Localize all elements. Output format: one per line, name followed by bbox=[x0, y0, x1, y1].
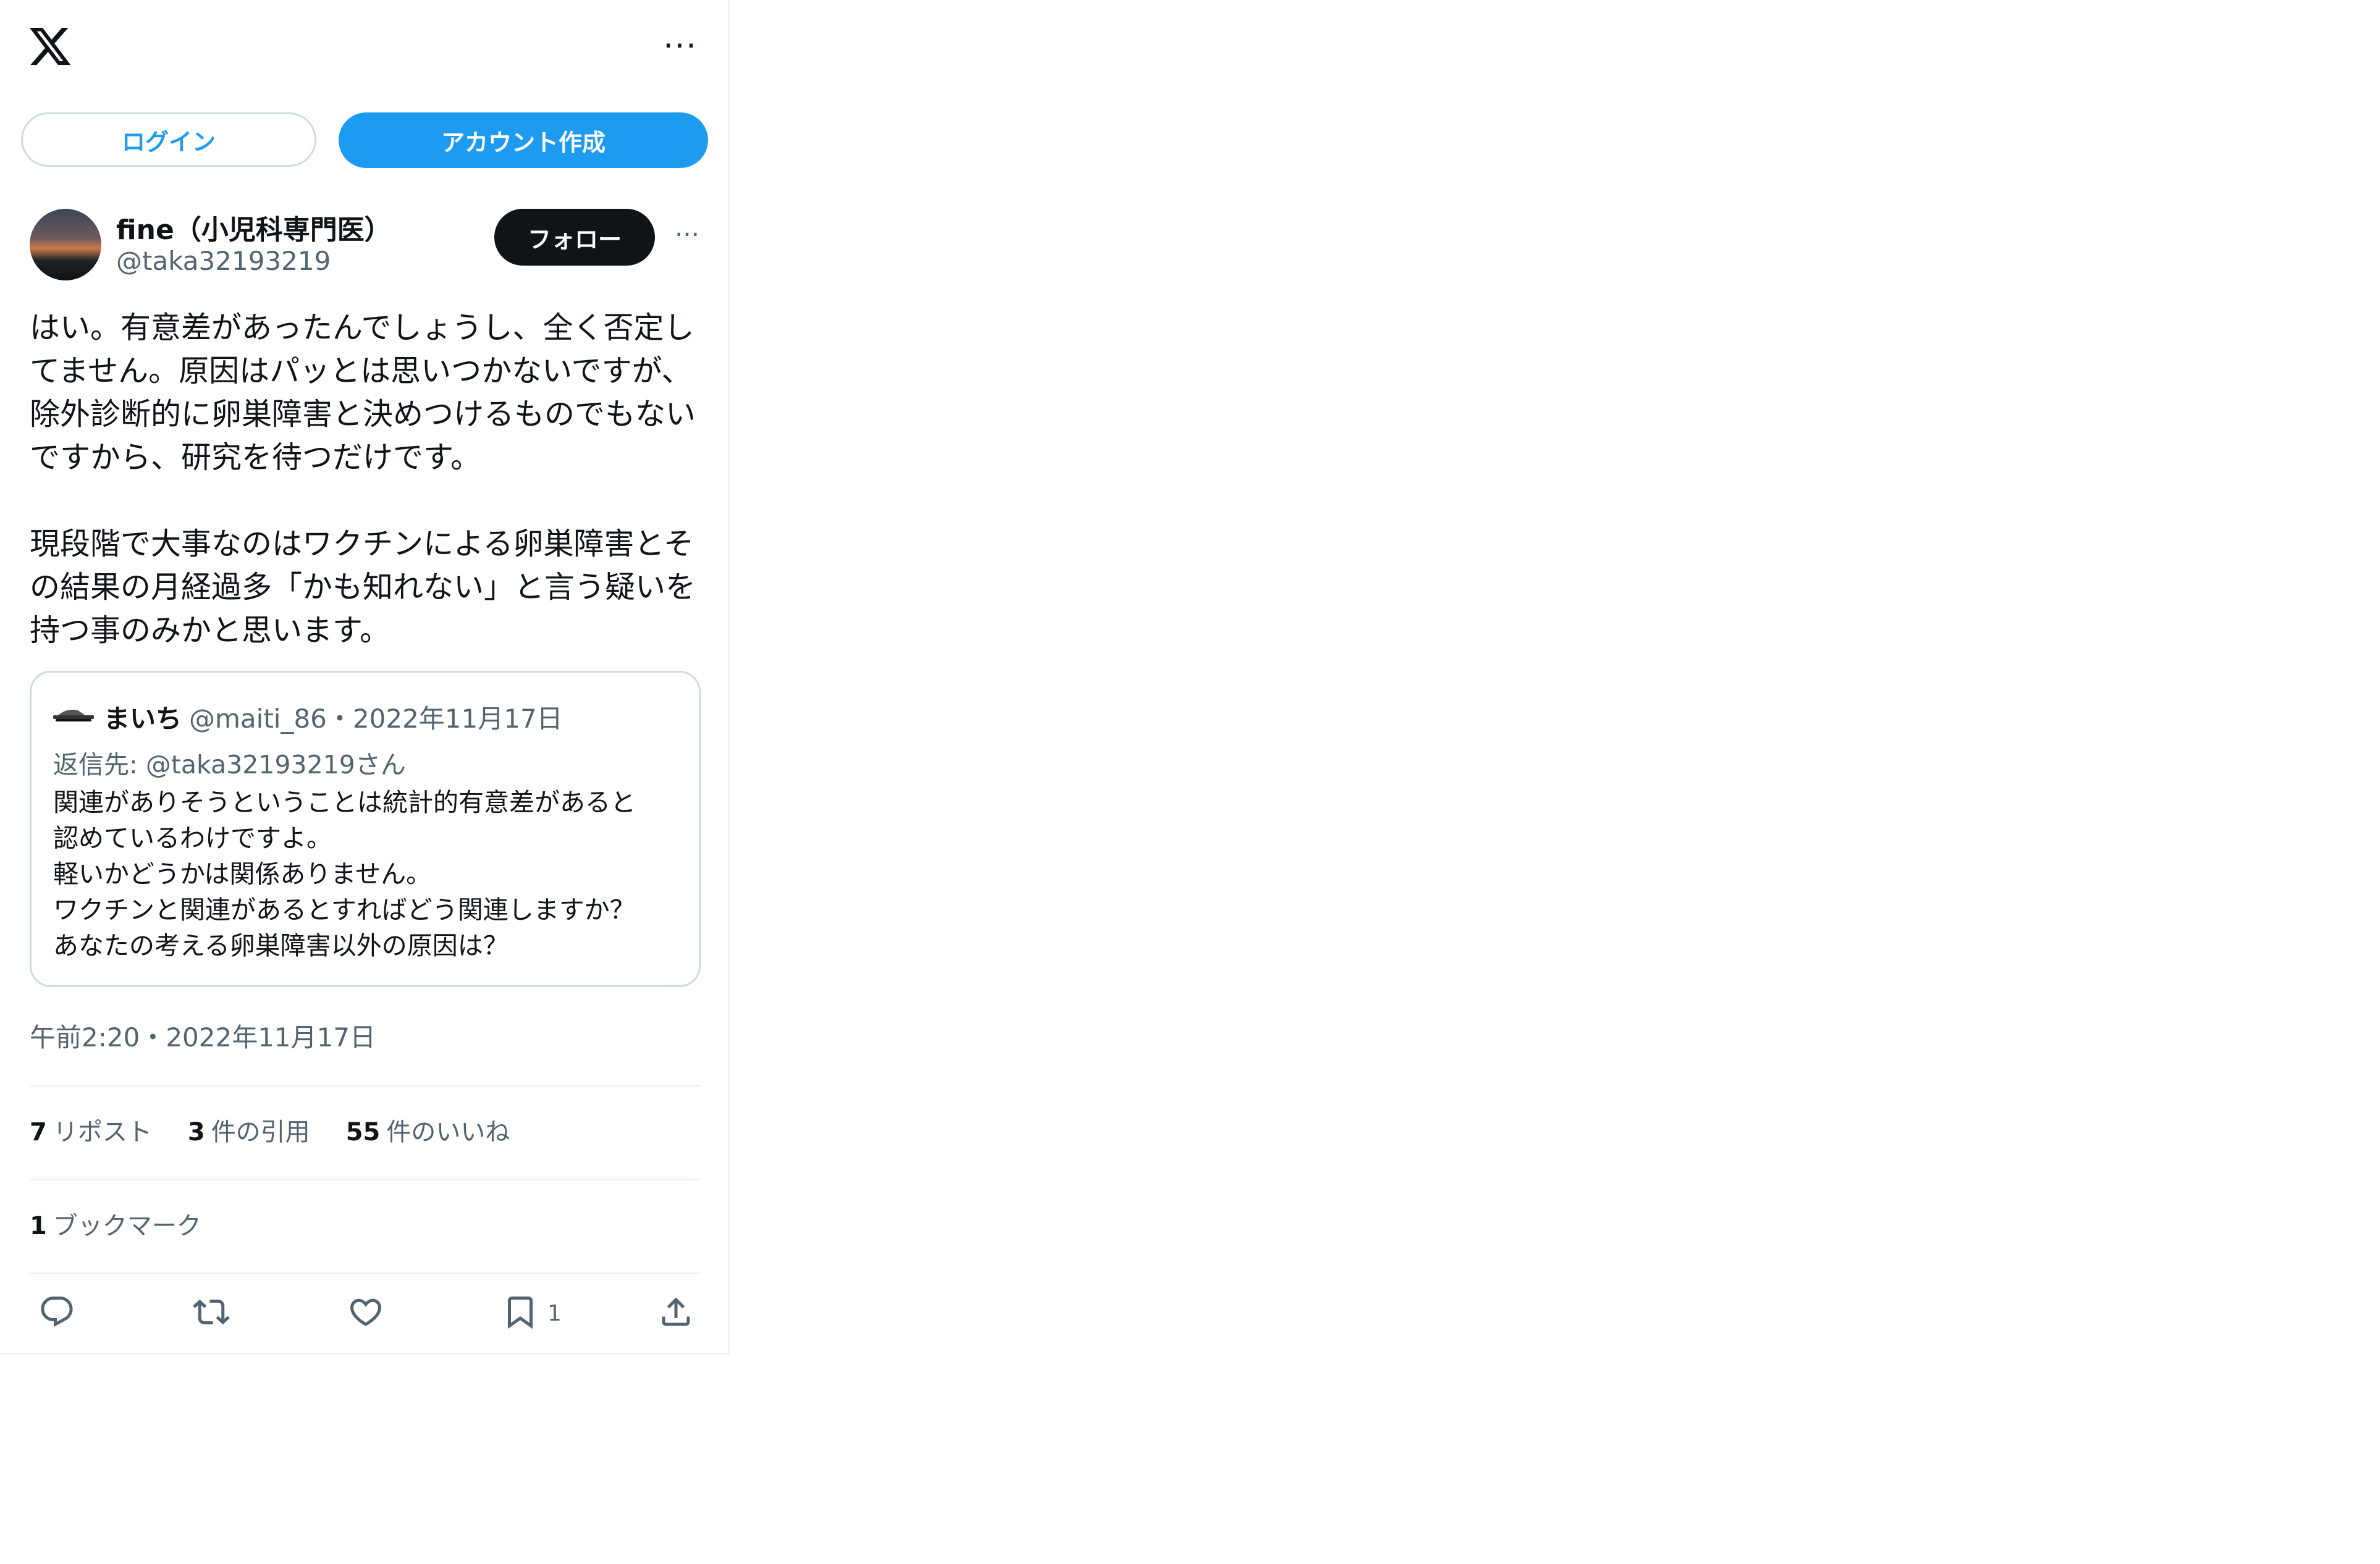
quotes-stat[interactable]: 3 件の引用 bbox=[188, 1112, 310, 1148]
author-name[interactable]: fine（小児科専門医） bbox=[116, 208, 392, 247]
quotes-label: 件の引用 bbox=[211, 1118, 310, 1146]
quoted-avatar bbox=[53, 707, 94, 725]
divider bbox=[30, 1179, 701, 1180]
share-icon[interactable] bbox=[657, 1293, 694, 1331]
heart-icon[interactable] bbox=[347, 1293, 384, 1331]
bookmarks-stat: 1 ブックマーク bbox=[30, 1206, 201, 1242]
bookmark-count: 1 bbox=[547, 1301, 562, 1326]
create-account-button[interactable]: アカウント作成 bbox=[339, 112, 708, 168]
bookmark-icon[interactable] bbox=[502, 1293, 539, 1331]
divider bbox=[30, 1085, 701, 1087]
author-handle[interactable]: @taka32193219 bbox=[116, 246, 331, 276]
login-button[interactable]: ログイン bbox=[21, 112, 316, 167]
tweet-more-icon[interactable]: ··· bbox=[670, 222, 704, 248]
quoted-reply-to: 返信先: @taka32193219さん bbox=[53, 750, 406, 780]
bookmarks-count: 1 bbox=[30, 1212, 47, 1240]
reply-icon[interactable] bbox=[38, 1293, 75, 1331]
bookmarks-label: ブックマーク bbox=[53, 1212, 201, 1240]
quoted-author-name: まいち bbox=[104, 704, 182, 734]
repost-icon[interactable] bbox=[193, 1293, 230, 1331]
engagement-stats: 7 リポスト 3 件の引用 55 件のいいね bbox=[30, 1112, 510, 1148]
tweet-text: はい。有意差があったんでしょうし、全く否定し てません。原因はパッとは思いつかな… bbox=[30, 310, 696, 648]
likes-count: 55 bbox=[345, 1118, 381, 1146]
quotes-count: 3 bbox=[187, 1118, 205, 1146]
tweet-timestamp[interactable]: 午前2:20・2022年11月17日 bbox=[30, 1017, 376, 1054]
reposts-count: 7 bbox=[30, 1118, 47, 1146]
divider bbox=[30, 1272, 701, 1274]
likes-label: 件のいいね bbox=[386, 1118, 510, 1146]
follow-button[interactable]: フォロー bbox=[494, 209, 655, 266]
quoted-handle-date: @maiti_86・2022年11月17日 bbox=[189, 704, 563, 734]
likes-stat[interactable]: 55 件のいいね bbox=[346, 1112, 510, 1148]
x-logo-icon[interactable] bbox=[27, 23, 73, 69]
reposts-label: リポスト bbox=[53, 1118, 152, 1146]
reposts-stat[interactable]: 7 リポスト bbox=[30, 1112, 152, 1148]
quoted-text: 関連がありそうということは統計的有意差があると 認めているわけですよ。 軽いかど… bbox=[53, 788, 636, 961]
avatar[interactable] bbox=[30, 209, 101, 280]
more-options-icon[interactable]: ··· bbox=[657, 30, 703, 62]
